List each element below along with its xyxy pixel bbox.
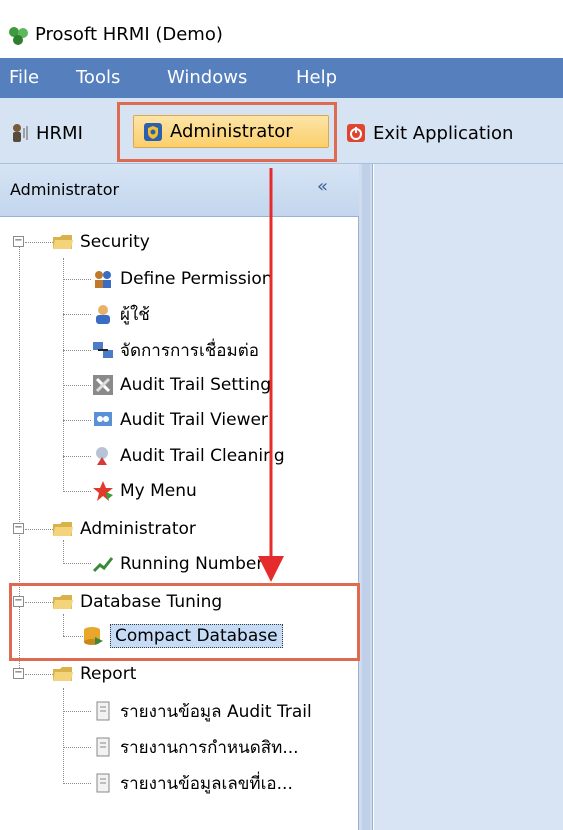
annotation-arrow <box>258 168 284 582</box>
